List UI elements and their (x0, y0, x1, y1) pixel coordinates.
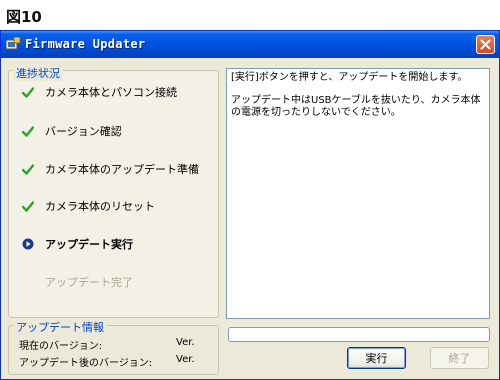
step-prepare: カメラ本体のアップデート準備 (21, 161, 199, 177)
execute-button[interactable]: 実行 (347, 347, 406, 369)
step-reset: カメラ本体のリセット (21, 198, 155, 214)
step-label: カメラ本体のアップデート準備 (45, 163, 199, 176)
current-step-icon (21, 237, 35, 251)
figure-label: 図10 (6, 8, 42, 26)
check-icon (21, 124, 35, 138)
after-version-label: アップデート後のバージョン: (19, 358, 153, 369)
step-execute-update: アップデート実行 (21, 236, 133, 252)
close-icon (480, 39, 491, 50)
step-label: カメラ本体のリセット (45, 200, 155, 213)
close-button[interactable] (476, 35, 495, 54)
update-info-legend: アップデート情報 (13, 319, 107, 335)
window-title: Firmware Updater (25, 37, 146, 51)
after-version-value: Ver. (176, 354, 195, 365)
step-label: カメラ本体とパソコン接続 (45, 86, 177, 99)
step-version-check: バージョン確認 (21, 123, 122, 139)
current-version-label: 現在のバージョン: (19, 341, 103, 352)
check-icon (21, 162, 35, 176)
step-connect: カメラ本体とパソコン接続 (21, 84, 177, 100)
progress-group-legend: 進捗状況 (13, 65, 63, 81)
step-label: アップデート完了 (45, 276, 133, 289)
step-label: バージョン確認 (45, 125, 122, 138)
message-line-warning: アップデート中はUSBケーブルを抜いたり、カメラ本体の電源を切ったりしないでくだ… (231, 95, 481, 118)
message-line-start: [実行]ボタンを押すと、アップデートを開始します。 (231, 72, 468, 83)
step-label: アップデート実行 (45, 238, 133, 251)
current-version-value: Ver. (176, 337, 195, 348)
finish-button[interactable]: 終了 (430, 347, 489, 369)
title-bar[interactable]: Firmware Updater (1, 31, 499, 58)
updater-window: Firmware Updater 進捗状況 カメラ本体とパソコン接続 バージョン… (0, 30, 500, 380)
step-complete: アップデート完了 (21, 274, 133, 290)
message-box: [実行]ボタンを押すと、アップデートを開始します。 アップデート中はUSBケーブ… (226, 68, 490, 319)
check-icon (21, 85, 35, 99)
app-icon (6, 37, 21, 50)
check-icon (21, 199, 35, 213)
step-placeholder (21, 275, 35, 289)
update-progress-bar (228, 327, 490, 342)
